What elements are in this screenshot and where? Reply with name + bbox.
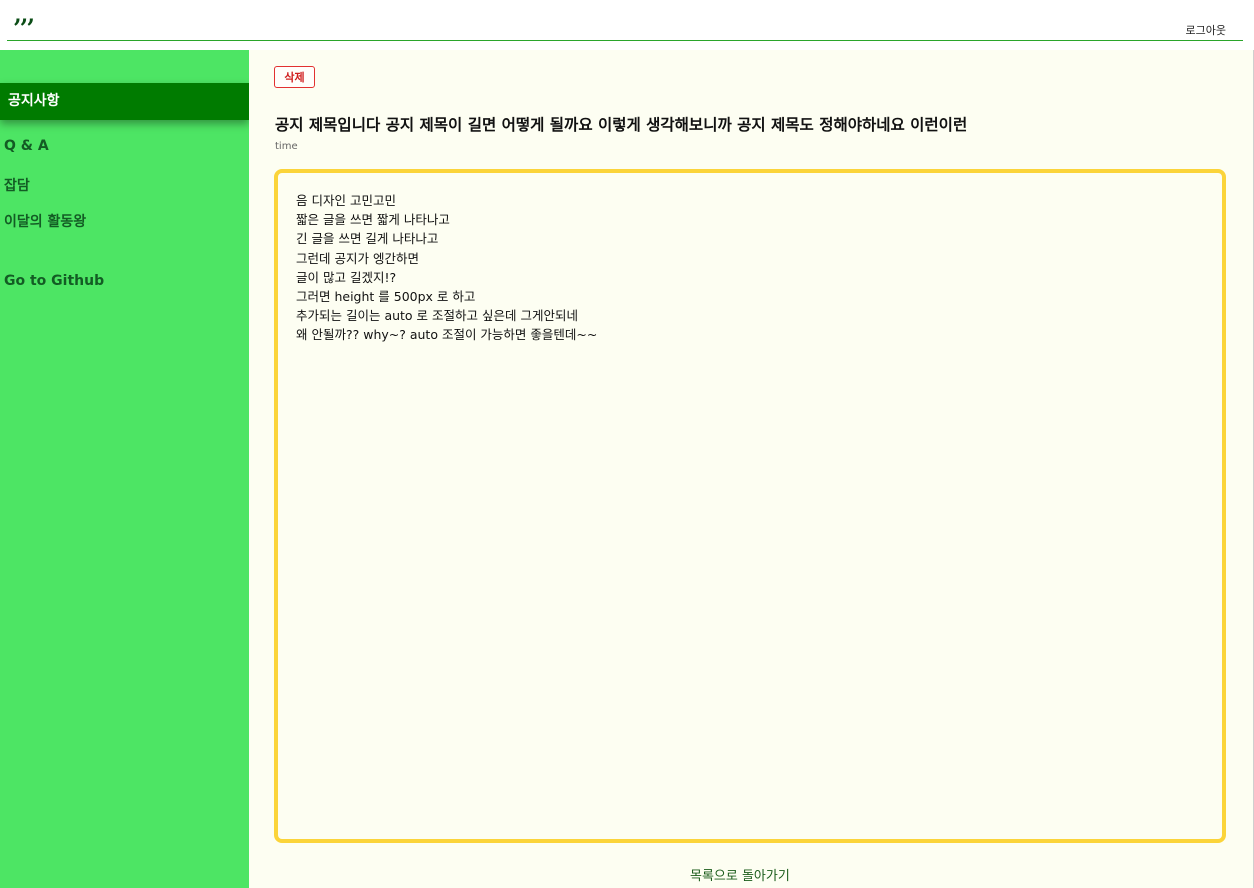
content-line: 짧은 글을 쓰면 짧게 나타나고 xyxy=(296,212,450,228)
sidebar-item-top-member[interactable]: 이달의 활동왕 xyxy=(0,211,249,231)
sidebar-item-github[interactable]: Go to Github xyxy=(0,273,249,289)
content-line: 그런데 공지가 엥간하면 xyxy=(296,250,419,266)
sidebar-item-chat[interactable]: 잡담 xyxy=(0,175,249,195)
content-line: 음 디자인 고민고민 xyxy=(296,193,396,208)
header-divider xyxy=(7,40,1243,41)
top-bar: ,,, 로그아웃 xyxy=(0,0,1254,50)
content-line: 추가되는 길이는 auto 로 조절하고 싶은데 그게안되네 xyxy=(296,308,578,324)
post-title: 공지 제목입니다 공지 제목이 길면 어떻게 될까요 이렇게 생각해보니까 공지… xyxy=(275,116,968,134)
delete-button[interactable]: 삭제 xyxy=(274,66,315,88)
post-time: time xyxy=(275,141,298,152)
post-detail: 삭제 공지 제목입니다 공지 제목이 길면 어떻게 될까요 이렇게 생각해보니까… xyxy=(249,50,1254,888)
content-line: 글이 많고 길겠지!? xyxy=(296,269,397,285)
content-line: 왜 안될까?? why~? auto 조절이 가능하면 좋을텐데~~ xyxy=(296,327,598,343)
sidebar: 공지사항 Q & A 잡담 이달의 활동왕 Go to Github xyxy=(0,50,249,888)
sidebar-item-notice[interactable]: 공지사항 xyxy=(0,83,249,120)
back-to-list-link[interactable]: 목록으로 돌아가기 xyxy=(690,865,790,884)
content-line: 그러면 height 를 500px 로 하고 xyxy=(296,289,476,305)
logo[interactable]: ,,, xyxy=(14,4,35,26)
logout-button[interactable]: 로그아웃 xyxy=(1186,22,1226,38)
post-content: 음 디자인 고민고민 짧은 글을 쓰면 짧게 나타나고 긴 글을 쓰면 길게 나… xyxy=(274,169,1226,843)
sidebar-item-qna[interactable]: Q & A xyxy=(0,138,249,154)
content-line: 긴 글을 쓰면 길게 나타나고 xyxy=(296,231,439,247)
